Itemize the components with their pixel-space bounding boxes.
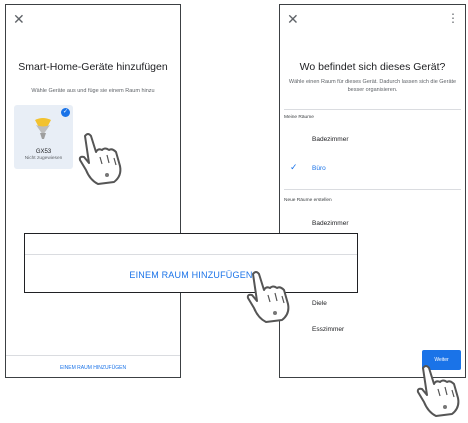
pointing-hand-icon — [246, 271, 290, 323]
device-status: Nicht zugewiesen — [24, 156, 63, 161]
new-room-option-badezimmer[interactable]: Badezimmer — [312, 220, 348, 227]
divider — [6, 355, 180, 356]
new-room-option-diele[interactable]: Diele — [312, 300, 327, 307]
page-title: Wo befindet sich dieses Gerät? — [299, 61, 446, 73]
close-icon[interactable]: ✕ — [287, 12, 299, 26]
divider — [284, 189, 461, 190]
divider — [25, 254, 357, 255]
lightbulb-icon — [35, 118, 51, 139]
my-rooms-label: Meine Räume — [284, 115, 314, 120]
close-icon[interactable]: ✕ — [13, 12, 25, 26]
new-rooms-label: Neue Räume erstellen — [284, 198, 332, 203]
page-subtitle: Wähle Geräte aus und füge sie einem Raum… — [31, 88, 155, 94]
more-vert-icon[interactable]: ⋮ — [447, 12, 459, 24]
device-name: GX53 — [35, 149, 52, 155]
checkmark-icon: ✓ — [61, 108, 70, 117]
add-to-room-footer-button[interactable]: EINEM RAUM HINZUFÜGEN — [6, 365, 180, 371]
device-card-gx53[interactable]: ✓ GX53 Nicht zugewiesen — [14, 105, 73, 169]
pointing-hand-icon — [78, 133, 122, 185]
new-room-option-esszimmer[interactable]: Esszimmer — [312, 326, 344, 333]
room-option-badezimmer[interactable]: Badezimmer — [312, 136, 348, 143]
add-to-room-callout: EINEM RAUM HINZUFÜGEN — [24, 233, 358, 293]
page-subtitle: Wähle einen Raum für dieses Gerät. Dadur… — [288, 79, 457, 93]
divider — [284, 109, 461, 110]
choose-room-screen: ✕ ⋮ Wo befindet sich dieses Gerät? Wähle… — [279, 4, 466, 378]
room-option-buero[interactable]: Büro — [312, 165, 326, 172]
page-title: Smart-Home-Geräte hinzufügen — [18, 61, 168, 73]
check-icon: ✓ — [290, 162, 298, 172]
pointing-hand-icon — [416, 365, 460, 417]
add-devices-screen: ✕ Smart-Home-Geräte hinzufügen Wähle Ger… — [5, 4, 181, 378]
add-to-room-button[interactable]: EINEM RAUM HINZUFÜGEN — [25, 270, 357, 280]
